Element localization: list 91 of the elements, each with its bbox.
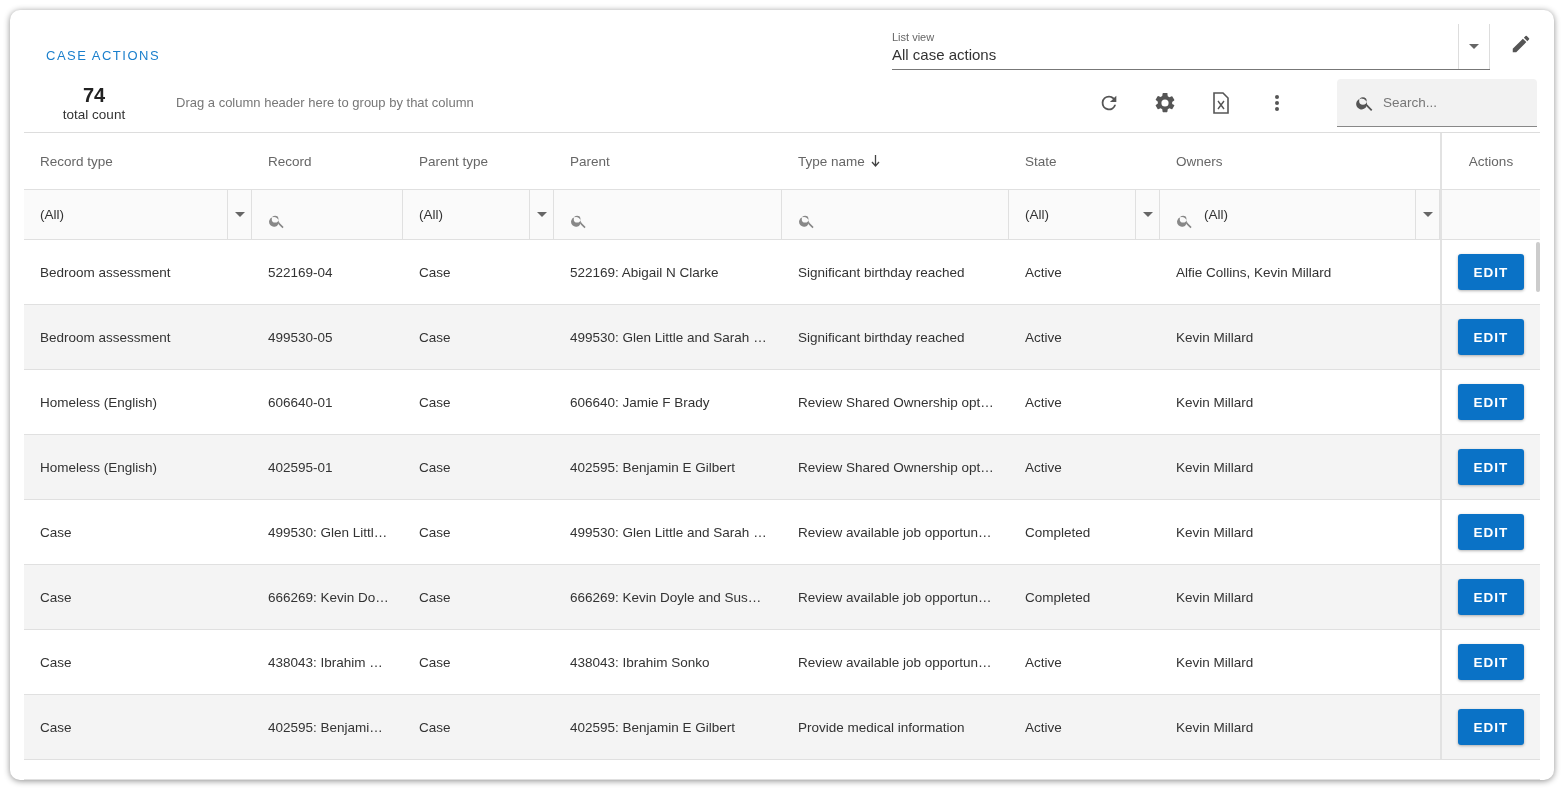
table-cell: Active	[1025, 459, 1062, 475]
column-header[interactable]: Record	[268, 153, 312, 169]
table-cell: 666269: Kevin Doyle and Sus…	[570, 589, 762, 605]
table-cell: Provide medical information	[798, 719, 965, 735]
table-cell: Kevin Millard	[1176, 654, 1254, 670]
table-cell: Review available job opportun…	[798, 524, 992, 540]
table-cell: Case	[419, 654, 451, 670]
table-cell: Bedroom assessment	[40, 329, 171, 345]
table-cell: 402595: Benjami…	[268, 719, 383, 735]
table-cell: Case	[40, 524, 72, 540]
table-cell: 438043: Ibrahim …	[268, 654, 383, 670]
dropdown-caret-icon	[234, 212, 245, 217]
filter-value: (All)	[40, 207, 65, 222]
table-cell: 402595-01	[268, 459, 333, 475]
table-cell: Active	[1025, 264, 1062, 280]
total-count: 74	[82, 83, 106, 107]
edit-button[interactable]: EDIT	[1458, 254, 1524, 290]
table-cell: Significant birthday reached	[798, 264, 965, 280]
filter-value: (All)	[1025, 207, 1050, 222]
table-cell: Review Shared Ownership opt…	[798, 459, 994, 475]
table-cell: Case	[419, 719, 451, 735]
edit-button[interactable]: EDIT	[1458, 319, 1524, 355]
edit-button[interactable]: EDIT	[1458, 449, 1524, 485]
edit-button[interactable]: EDIT	[1458, 644, 1524, 680]
table-cell: Active	[1025, 394, 1062, 410]
table-cell: 606640-01	[268, 394, 333, 410]
column-header[interactable]: State	[1025, 153, 1057, 169]
dropdown-caret-icon	[1469, 44, 1479, 49]
table-cell: Review Shared Ownership opt…	[798, 394, 994, 410]
sort-arrow-icon	[870, 155, 880, 167]
table-cell: Homeless (English)	[40, 394, 158, 410]
column-header[interactable]: Type name	[798, 153, 880, 169]
table-cell: Significant birthday reached	[798, 329, 965, 345]
page-title: CASE ACTIONS	[46, 48, 161, 63]
table-cell: 606640: Jamie F Brady	[570, 394, 710, 410]
table-cell: 499530: Glen Little and Sarah …	[570, 329, 767, 345]
table-cell: Kevin Millard	[1176, 459, 1254, 475]
table-cell: Case	[40, 719, 72, 735]
table-cell: Completed	[1025, 589, 1091, 605]
table-cell: Alfie Collins, Kevin Millard	[1176, 264, 1332, 280]
dropdown-caret-icon	[1142, 212, 1153, 217]
column-header[interactable]: Owners	[1176, 153, 1223, 169]
edit-button[interactable]: EDIT	[1458, 514, 1524, 550]
table-cell: 666269: Kevin Do…	[268, 589, 389, 605]
table-cell: 402595: Benjamin E Gilbert	[570, 459, 736, 475]
table-cell: Case	[419, 394, 451, 410]
column-header[interactable]: Actions	[1468, 153, 1514, 169]
table-cell: Case	[419, 524, 451, 540]
list-view-select[interactable]: List view All case actions	[892, 24, 1490, 70]
table-cell: 499530-05	[268, 329, 333, 345]
search-field[interactable]: Search...	[1337, 78, 1537, 127]
table-cell: Case	[40, 654, 72, 670]
table-cell: Kevin Millard	[1176, 589, 1254, 605]
table-cell: Kevin Millard	[1176, 719, 1254, 735]
column-header[interactable]: Parent type	[419, 153, 489, 169]
field-value: All case actions	[892, 46, 998, 63]
edit-button[interactable]: EDIT	[1458, 709, 1524, 745]
table-cell: 402595: Benjamin E Gilbert	[570, 719, 736, 735]
filter-value: (All)	[419, 207, 444, 222]
table-cell: Homeless (English)	[40, 459, 158, 475]
table-cell: 522169-04	[268, 264, 333, 280]
table-cell: Kevin Millard	[1176, 329, 1254, 345]
column-header[interactable]: Record type	[40, 153, 113, 169]
table-cell: 499530: Glen Little and Sarah …	[570, 524, 767, 540]
table-cell: Case	[40, 589, 72, 605]
dropdown-caret-icon	[1422, 212, 1433, 217]
table-cell: Kevin Millard	[1176, 524, 1254, 540]
table-cell: Case	[419, 459, 451, 475]
table-cell: 522169: Abigail N Clarke	[570, 264, 719, 280]
table-cell: Case	[419, 329, 451, 345]
column-header[interactable]: Parent	[570, 153, 610, 169]
table-cell: 438043: Ibrahim Sonko	[570, 654, 710, 670]
table-cell: Review available job opportun…	[798, 589, 992, 605]
table-cell: Case	[419, 264, 451, 280]
table-cell: Active	[1025, 719, 1062, 735]
table-cell: Case	[419, 589, 451, 605]
dropdown-caret-icon	[536, 212, 547, 217]
group-hint: Drag a column header here to group by that column	[176, 95, 475, 111]
scrollbar-thumb[interactable]	[1536, 242, 1540, 292]
table-cell: Bedroom assessment	[40, 264, 171, 280]
edit-button[interactable]: EDIT	[1458, 579, 1524, 615]
table-cell: Completed	[1025, 524, 1091, 540]
count-label: total count	[62, 106, 126, 122]
table-cell: Active	[1025, 654, 1062, 670]
table-cell: 499530: Glen Littl…	[268, 524, 388, 540]
edit-button[interactable]: EDIT	[1458, 384, 1524, 420]
table-cell: Active	[1025, 329, 1062, 345]
table-cell: Kevin Millard	[1176, 394, 1254, 410]
field-label: List view	[892, 31, 936, 43]
filter-value: (All)	[1204, 207, 1229, 222]
table-cell: Review available job opportun…	[798, 654, 992, 670]
